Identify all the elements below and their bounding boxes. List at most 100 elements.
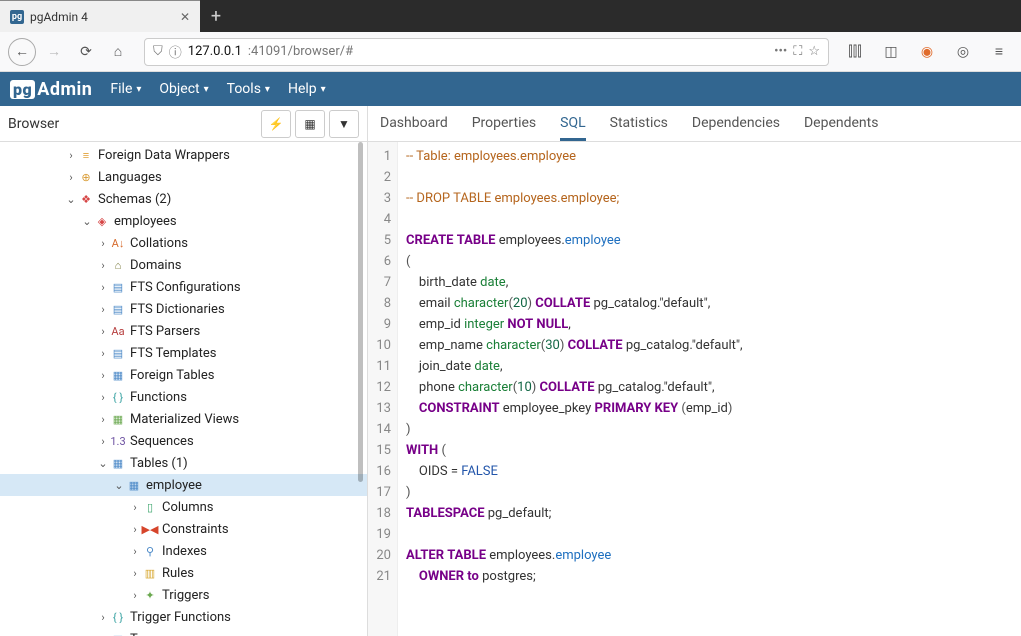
view-data-button[interactable]: ▦ (295, 110, 325, 138)
url-bar[interactable]: ⛉ ⓘ 127.0.0.1:41091/browser/# ••• ⛶ ☆ (144, 38, 829, 66)
tree-node[interactable]: ›AaFTS Parsers (0, 320, 367, 342)
tree-node[interactable]: ›⌂Domains (0, 254, 367, 276)
tree-scrollbar[interactable] (358, 142, 363, 482)
twisty-icon[interactable]: › (128, 545, 142, 558)
reload-button[interactable]: ⟳ (72, 38, 100, 66)
account-icon[interactable]: ◎ (949, 38, 977, 66)
node-icon: ▦ (110, 631, 126, 636)
twisty-icon[interactable]: › (96, 325, 110, 338)
twisty-icon[interactable]: › (96, 347, 110, 360)
sidebar: Browser ⚡ ▦ ▼ ›≡Foreign Data Wrappers›⊕L… (0, 106, 368, 636)
brand-logo: pgAdmin (10, 79, 92, 100)
tab-statistics[interactable]: Statistics (610, 107, 668, 141)
hamburger-icon[interactable]: ≡ (985, 38, 1013, 66)
twisty-icon[interactable]: › (96, 281, 110, 294)
forward-button[interactable]: → (40, 38, 68, 66)
tree-node[interactable]: ›▦ Types (0, 628, 367, 636)
node-icon: { } (110, 609, 126, 625)
tab-sql[interactable]: SQL (560, 107, 585, 141)
twisty-icon[interactable]: ⌄ (80, 215, 94, 228)
node-label: Trigger Functions (130, 610, 231, 625)
tree-node[interactable]: ›▥Rules (0, 562, 367, 584)
twisty-icon[interactable]: › (96, 391, 110, 404)
tree-node[interactable]: ⌄❖Schemas (2) (0, 188, 367, 210)
tree-node[interactable]: ›▦Foreign Tables (0, 364, 367, 386)
twisty-icon[interactable]: › (96, 259, 110, 272)
tree-node[interactable]: ⌄▦Tables (1) (0, 452, 367, 474)
sidebar-title: Browser (8, 116, 59, 132)
node-icon: ⌂ (110, 257, 126, 273)
tree-node[interactable]: ›1.3Sequences (0, 430, 367, 452)
twisty-icon[interactable]: › (128, 567, 142, 580)
meatball-icon[interactable]: ••• (774, 44, 787, 59)
object-tree[interactable]: ›≡Foreign Data Wrappers›⊕Languages⌄❖Sche… (0, 142, 367, 636)
tree-node[interactable]: ›{ } Trigger Functions (0, 606, 367, 628)
twisty-icon[interactable]: ⌄ (64, 193, 78, 206)
sql-editor: 123456789101112131415161718192021 -- Tab… (368, 142, 1021, 636)
tree-node[interactable]: ›⚲Indexes (0, 540, 367, 562)
node-label: Functions (130, 390, 187, 405)
node-icon: ▯ (142, 499, 158, 515)
favicon: pg (10, 10, 24, 24)
twisty-icon[interactable]: › (128, 589, 142, 602)
tree-node[interactable]: ›A↓Collations (0, 232, 367, 254)
node-icon: A↓ (110, 235, 126, 251)
tree-node[interactable]: ›▯Columns (0, 496, 367, 518)
tree-node[interactable]: ›▤FTS Dictionaries (0, 298, 367, 320)
twisty-icon[interactable]: ⌄ (112, 479, 126, 492)
tab-close-icon[interactable]: ✕ (180, 10, 190, 24)
reader-icon[interactable]: ⛶ (793, 44, 802, 59)
back-button[interactable]: ← (8, 38, 36, 66)
node-label: Types (130, 632, 164, 636)
star-icon[interactable]: ☆ (808, 44, 820, 59)
tree-node[interactable]: ›▦Materialized Views (0, 408, 367, 430)
node-label: Languages (98, 170, 162, 185)
tree-node[interactable]: ⌄▦employee (0, 474, 367, 496)
tree-node[interactable]: ›{ }Functions (0, 386, 367, 408)
twisty-icon[interactable]: › (128, 501, 142, 514)
tree-node[interactable]: ›▤FTS Configurations (0, 276, 367, 298)
twisty-icon[interactable]: ⌄ (96, 457, 110, 470)
tree-node[interactable]: ›▤FTS Templates (0, 342, 367, 364)
twisty-icon[interactable]: › (64, 149, 78, 162)
sidebar-icon[interactable]: ◫ (877, 38, 905, 66)
tab-dashboard[interactable]: Dashboard (380, 107, 448, 141)
home-button[interactable]: ⌂ (104, 38, 132, 66)
twisty-icon[interactable]: › (96, 413, 110, 426)
menu-help[interactable]: Help▾ (288, 81, 326, 97)
tree-node[interactable]: ›▶◀Constraints (0, 518, 367, 540)
new-tab-button[interactable]: + (200, 0, 232, 32)
tree-node[interactable]: ⌄◈employees (0, 210, 367, 232)
twisty-icon[interactable]: › (128, 523, 142, 536)
twisty-icon[interactable]: › (96, 633, 110, 636)
twisty-icon[interactable]: › (96, 611, 110, 624)
filter-button[interactable]: ▼ (329, 110, 359, 138)
tab-dependencies[interactable]: Dependencies (692, 107, 780, 141)
browser-tab[interactable]: pg pgAdmin 4 ✕ (0, 0, 200, 32)
node-label: FTS Configurations (130, 280, 241, 295)
tree-node[interactable]: ›≡Foreign Data Wrappers (0, 144, 367, 166)
tree-node[interactable]: ›✦Triggers (0, 584, 367, 606)
menu-object[interactable]: Object▾ (159, 81, 208, 97)
node-label: Foreign Tables (130, 368, 214, 383)
tree-node[interactable]: ›⊕Languages (0, 166, 367, 188)
sql-code[interactable]: -- Table: employees.employee -- DROP TAB… (398, 142, 1021, 636)
extension-icon[interactable]: ◉ (913, 38, 941, 66)
menu-tools[interactable]: Tools▾ (227, 81, 270, 97)
twisty-icon[interactable]: › (96, 369, 110, 382)
library-icon[interactable]: ⫿⫿⫿ (841, 38, 869, 66)
url-host: 127.0.0.1 (188, 44, 242, 59)
main-panel: Dashboard Properties SQL Statistics Dependen… (368, 106, 1021, 636)
menu-file[interactable]: File▾ (110, 81, 141, 97)
node-icon: ▥ (142, 565, 158, 581)
tab-dependents[interactable]: Dependents (804, 107, 878, 141)
node-icon: ▤ (110, 345, 126, 361)
twisty-icon[interactable]: › (96, 237, 110, 250)
twisty-icon[interactable]: › (64, 171, 78, 184)
tab-properties[interactable]: Properties (472, 107, 536, 141)
node-label: employee (146, 478, 202, 493)
query-tool-button[interactable]: ⚡ (261, 110, 291, 138)
twisty-icon[interactable]: › (96, 303, 110, 316)
twisty-icon[interactable]: › (96, 435, 110, 448)
info-icon: ⓘ (169, 42, 182, 61)
